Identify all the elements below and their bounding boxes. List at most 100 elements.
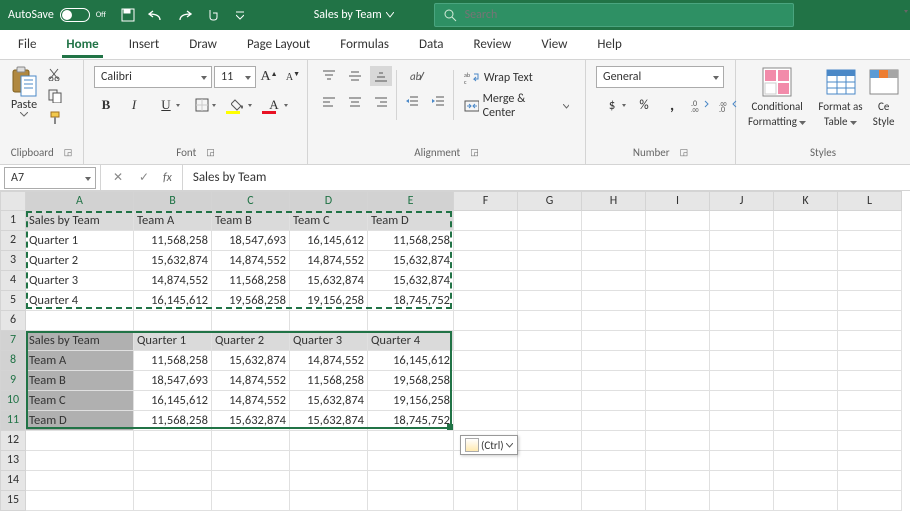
column-header[interactable]: A [26,191,134,211]
cell[interactable] [774,211,838,231]
cell[interactable]: Quarter 1 [134,331,212,351]
decrease-indent-icon[interactable] [401,92,423,112]
cell[interactable] [212,491,290,511]
autosave-switch[interactable] [60,8,90,22]
cell[interactable] [26,451,134,471]
cell[interactable] [582,371,646,391]
row-header[interactable]: 1 [0,211,26,231]
cell[interactable] [774,311,838,331]
cell[interactable] [134,311,212,331]
orientation-button[interactable]: ab [401,66,433,86]
cell[interactable] [646,491,710,511]
cell[interactable] [838,431,902,451]
cell-styles-button[interactable]: CeStyle [869,64,899,130]
cell[interactable]: 15,632,874 [212,411,290,431]
tab-file[interactable]: File [14,31,40,58]
cell[interactable] [838,311,902,331]
cell[interactable]: 19,156,258 [368,391,454,411]
cell[interactable] [518,491,582,511]
cell[interactable] [710,211,774,231]
cell[interactable]: Quarter 3 [290,331,368,351]
cell[interactable] [774,231,838,251]
cell[interactable] [582,491,646,511]
cell[interactable]: 11,568,258 [212,271,290,291]
cell[interactable] [290,431,368,451]
number-format-combo[interactable]: General [596,66,724,88]
name-box[interactable]: A7 [4,167,96,189]
column-header[interactable]: L [838,191,902,211]
tab-home[interactable]: Home [62,31,102,58]
cell[interactable]: 16,145,612 [134,291,212,311]
cell[interactable] [646,211,710,231]
cell[interactable] [710,451,774,471]
cell[interactable] [774,491,838,511]
cell[interactable]: Sales by Team [26,331,134,351]
cell[interactable] [454,331,518,351]
increase-decimal-icon[interactable]: .0.00 [688,94,712,116]
tab-page-layout[interactable]: Page Layout [243,31,314,58]
cell[interactable] [212,431,290,451]
row-header[interactable]: 13 [0,451,26,471]
column-header[interactable]: G [518,191,582,211]
cell[interactable] [454,271,518,291]
cell[interactable]: 14,874,552 [290,351,368,371]
cell[interactable] [646,271,710,291]
cell[interactable] [774,351,838,371]
cell[interactable]: Quarter 1 [26,231,134,251]
cell[interactable] [838,351,902,371]
fill-color-button[interactable] [222,94,254,116]
percent-format-button[interactable]: % [632,94,656,116]
cell[interactable]: Quarter 2 [212,331,290,351]
cell[interactable]: 15,632,874 [290,411,368,431]
cell[interactable] [518,251,582,271]
cell[interactable] [646,391,710,411]
cell[interactable]: Team D [368,211,454,231]
cell[interactable] [134,491,212,511]
tab-review[interactable]: Review [470,31,516,58]
row-header[interactable]: 3 [0,251,26,271]
cell[interactable] [646,231,710,251]
cell[interactable]: Quarter 4 [26,291,134,311]
underline-button[interactable]: U [150,94,182,116]
cell[interactable]: 19,568,258 [212,291,290,311]
cell[interactable] [582,271,646,291]
align-center-icon[interactable] [344,92,366,112]
cut-icon[interactable] [44,64,66,84]
undo-icon[interactable] [144,3,168,27]
cell[interactable] [710,471,774,491]
tab-insert[interactable]: Insert [125,31,164,58]
cell[interactable] [582,231,646,251]
cell[interactable] [838,251,902,271]
cancel-formula-icon[interactable]: ✕ [105,167,131,189]
cell[interactable] [838,391,902,411]
cell[interactable] [838,291,902,311]
redo-icon[interactable] [172,3,196,27]
fx-icon[interactable]: fx [163,171,172,185]
cell[interactable] [838,471,902,491]
cell[interactable] [518,331,582,351]
cell[interactable] [710,491,774,511]
cell[interactable] [212,451,290,471]
cell[interactable] [710,231,774,251]
enter-formula-icon[interactable]: ✓ [131,167,157,189]
cell[interactable] [646,431,710,451]
font-size-combo[interactable]: 11 [214,66,256,88]
cell[interactable]: Team A [134,211,212,231]
cell[interactable]: Sales by Team [26,211,134,231]
formula-bar[interactable]: Sales by Team [187,170,910,185]
paste-button[interactable]: Paste [6,64,42,119]
row-header[interactable]: 5 [0,291,26,311]
decrease-decimal-icon[interactable]: .00.0 [716,94,740,116]
cell[interactable] [646,291,710,311]
cell[interactable] [710,391,774,411]
cell[interactable] [646,451,710,471]
cell[interactable]: Team B [26,371,134,391]
cell[interactable]: 18,547,693 [212,231,290,251]
align-left-icon[interactable] [318,92,340,112]
cell[interactable]: 18,745,752 [368,411,454,431]
dialog-launcher-icon[interactable]: ◲ [470,147,479,158]
cell[interactable] [582,431,646,451]
cell[interactable] [710,351,774,371]
cell[interactable] [646,331,710,351]
grow-font-icon[interactable]: A▲ [258,66,280,88]
